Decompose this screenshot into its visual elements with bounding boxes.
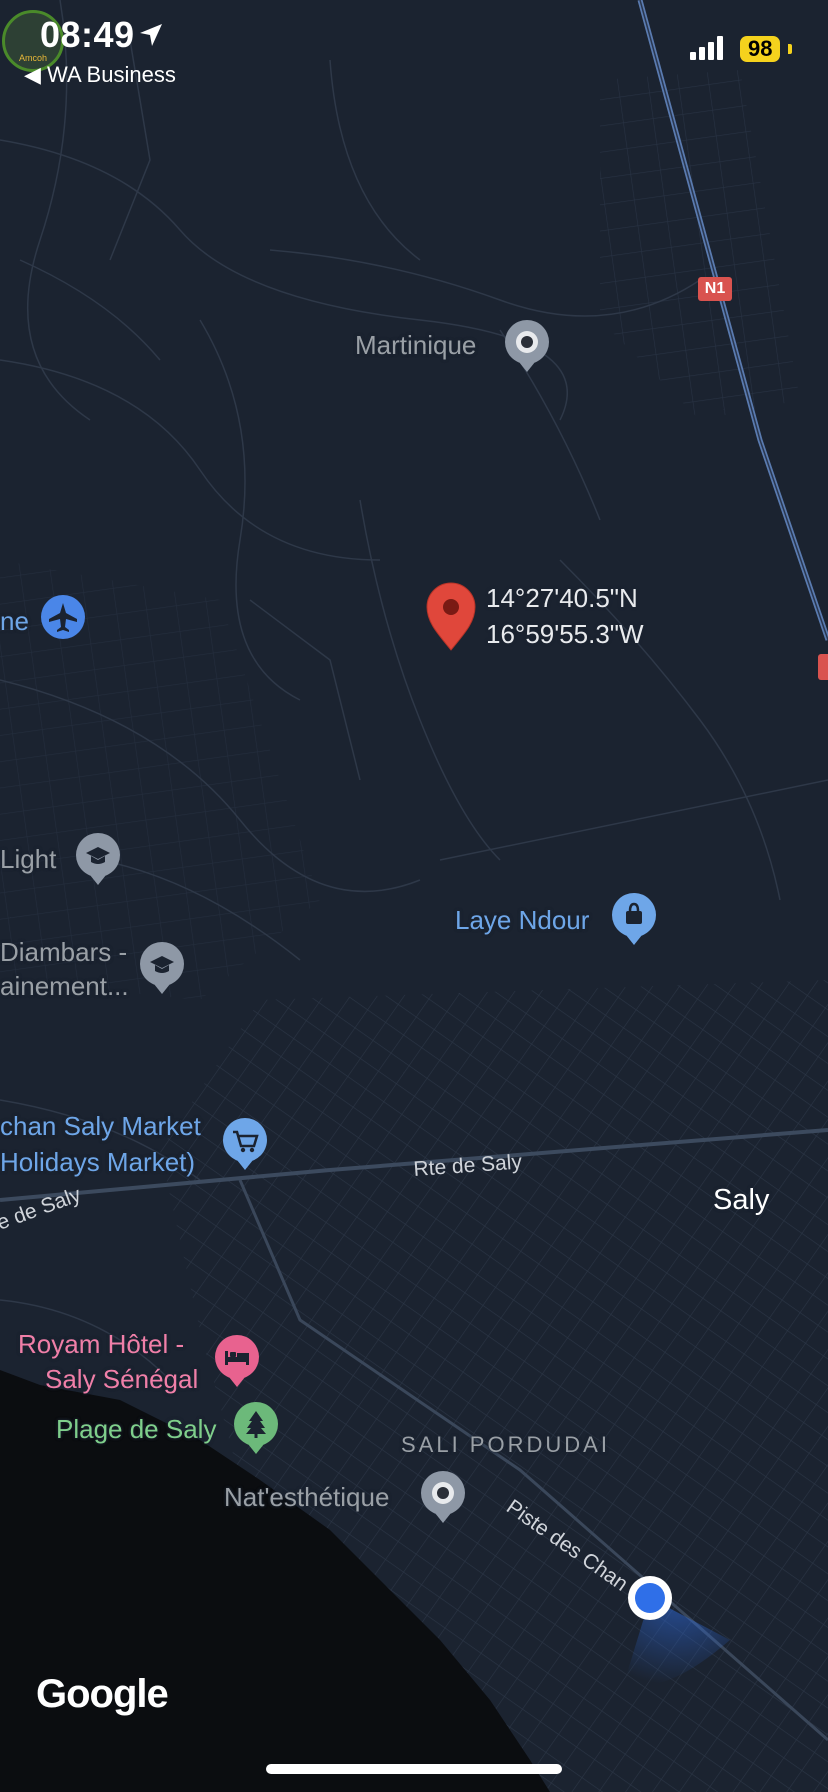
pin-latitude: 14°27'40.5"N [486,583,638,613]
airplane-icon[interactable] [41,595,85,639]
n1-road-shield-edge [818,654,828,680]
pin-longitude: 16°59'55.3"W [486,619,644,649]
label-light[interactable]: Light [0,843,56,875]
battery-level: 98 [740,36,781,62]
label-plage-de-saly[interactable]: Plage de Saly [56,1413,216,1445]
label-martinique[interactable]: Martinique [355,329,476,361]
status-time: 08:49 [40,14,135,55]
label-royam-2[interactable]: Saly Sénégal [45,1363,198,1395]
signal-strength-icon [690,36,723,60]
label-market-2[interactable]: Holidays Market) [0,1146,195,1178]
label-laye-ndour[interactable]: Laye Ndour [455,904,589,936]
battery-tip-icon [788,44,792,54]
back-to-app-link[interactable]: ◀ WA Business [24,62,176,88]
label-diambars-2[interactable]: ainement... [0,970,129,1002]
label-royam-1[interactable]: Royam Hôtel - [18,1328,184,1360]
label-airport[interactable]: ne [0,605,29,637]
label-market-1[interactable]: chan Saly Market [0,1110,201,1142]
location-arrow-icon [140,24,162,46]
label-sali-porudai[interactable]: SALI PORDUDAI [401,1429,610,1461]
status-bar: Amcoh 08:49 ◀ WA Business 98 [0,0,828,96]
n1-road-shield: N1 [698,277,732,301]
home-indicator[interactable] [266,1764,562,1774]
dropped-pin-coordinates[interactable]: 14°27'40.5"N 16°59'55.3"W [486,580,644,652]
map-canvas[interactable]: Rte de Saly e de Saly Piste des Chan [0,0,828,1792]
label-natesthetique[interactable]: Nat'esthétique [224,1481,389,1513]
label-diambars-1[interactable]: Diambars - [0,936,127,968]
current-location-dot[interactable] [635,1583,665,1613]
back-app-label: WA Business [47,62,176,87]
label-saly-town[interactable]: Saly [713,1184,769,1216]
google-logo: Google [36,1672,169,1716]
